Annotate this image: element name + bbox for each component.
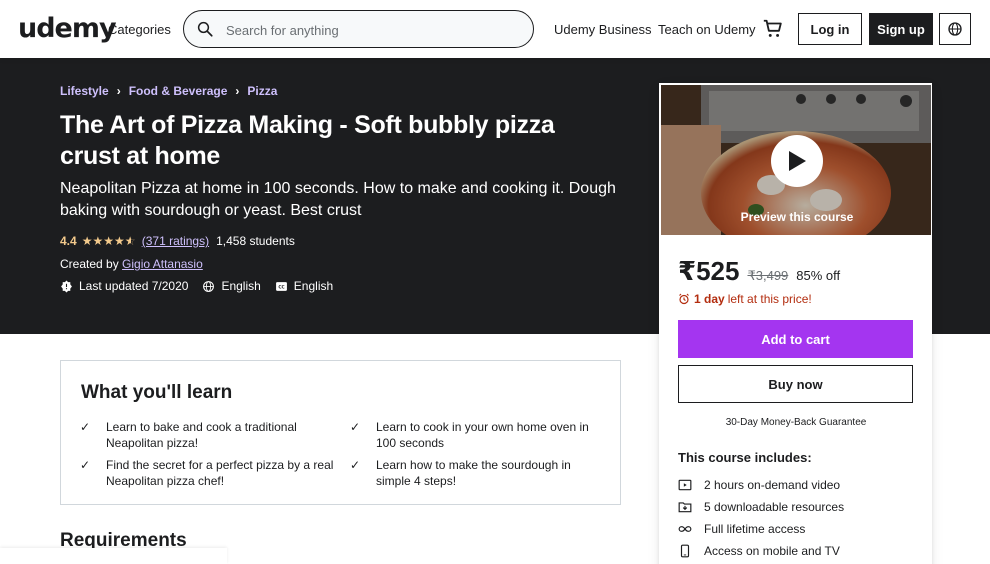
search-icon[interactable]: [196, 20, 214, 38]
learn-item: ✓ Find the secret for a perfect pizza by…: [80, 457, 336, 489]
last-updated-text: Last updated 7/2020: [79, 279, 189, 293]
created-by-label: Created by: [60, 257, 119, 271]
udemy-logo[interactable]: udemy: [18, 13, 117, 44]
search-bar[interactable]: [183, 10, 534, 48]
rating-value: 4.4: [60, 234, 77, 248]
current-price: ₹525: [678, 256, 740, 286]
ratings-count-link[interactable]: (371 ratings): [142, 234, 209, 248]
top-navigation: udemy Categories Udemy Business Teach on…: [0, 0, 990, 58]
money-back-guarantee: 30-Day Money-Back Guarantee: [725, 417, 867, 428]
discount-percent: 85% off: [796, 268, 841, 283]
add-to-cart-button[interactable]: Add to cart: [678, 320, 913, 358]
list-item: 2 hours on-demand video: [678, 474, 918, 496]
shopping-cart-icon[interactable]: [762, 18, 784, 40]
list-item: Access on mobile and TV: [678, 540, 918, 562]
learn-item: ✓ Learn to bake and cook a traditional N…: [80, 419, 336, 451]
learn-item: ✓ Learn how to make the sourdough in sim…: [350, 457, 606, 489]
urgency-time: 1 day: [694, 292, 725, 306]
original-price: ₹3,499: [747, 268, 789, 283]
author-link[interactable]: Gigio Attanasio: [122, 257, 203, 271]
learn-title: What you'll learn: [81, 382, 233, 403]
infinity-icon: [678, 526, 692, 532]
course-subtitle: Neapolitan Pizza at home in 100 seconds.…: [60, 180, 616, 219]
urgency-message: 1 day left at this price!: [678, 292, 812, 306]
check-icon: ✓: [80, 420, 91, 434]
include-label: Full lifetime access: [704, 522, 806, 536]
list-item: 5 downloadable resources: [678, 496, 918, 518]
created-by: Created by Gigio Attanasio: [60, 257, 203, 271]
svg-text:CC: CC: [278, 284, 284, 290]
closed-captions-icon: CC: [275, 281, 287, 291]
breadcrumb-item-pizza[interactable]: Pizza: [247, 84, 277, 98]
alarm-clock-icon: [679, 293, 689, 305]
language-text: English: [221, 279, 261, 293]
breadcrumb-item-food-beverage[interactable]: Food & Beverage: [129, 84, 228, 98]
mobile-icon: [680, 544, 690, 558]
what-youll-learn: What you'll learn ✓ Learn to bake and co…: [60, 360, 621, 505]
check-icon: ✓: [350, 458, 361, 472]
play-icon: [789, 151, 806, 171]
language-button[interactable]: [939, 13, 971, 45]
last-updated: Last updated 7/2020: [60, 279, 188, 293]
include-label: 2 hours on-demand video: [704, 478, 841, 492]
learn-item-text: Learn how to make the sourdough in simpl…: [376, 458, 571, 488]
bottom-overlay: [0, 548, 227, 564]
includes-list: 2 hours on-demand video 5 downloadable r…: [678, 474, 918, 562]
learn-item-text: Learn to bake and cook a traditional Nea…: [106, 420, 297, 450]
captions-text: English: [293, 279, 334, 293]
course-preview[interactable]: Preview this course: [660, 84, 932, 236]
alert-badge-icon: [61, 280, 72, 292]
search-input[interactable]: [226, 20, 516, 40]
star-rating-icon: ★★★★★☆: [81, 234, 136, 248]
include-label: 5 downloadable resources: [704, 500, 845, 514]
breadcrumb-item-lifestyle[interactable]: Lifestyle: [60, 84, 109, 98]
play-button[interactable]: [771, 135, 823, 187]
urgency-text: left at this price!: [727, 292, 812, 306]
check-icon: ✓: [80, 458, 91, 472]
udemy-business-link[interactable]: Udemy Business: [554, 22, 652, 37]
list-item: Full lifetime access: [678, 518, 918, 540]
course-captions: CC English: [275, 279, 333, 293]
learn-item-text: Learn to cook in your own home oven in 1…: [376, 420, 589, 450]
buy-now-button[interactable]: Buy now: [678, 365, 913, 403]
course-meta: Last updated 7/2020 English CC English: [60, 279, 347, 293]
includes-title: This course includes:: [678, 450, 812, 465]
categories-menu[interactable]: Categories: [108, 22, 171, 37]
download-icon: [678, 502, 692, 513]
chevron-right-icon: ›: [235, 84, 240, 98]
check-icon: ✓: [350, 420, 361, 434]
login-button[interactable]: Log in: [798, 13, 862, 45]
globe-icon: [948, 22, 962, 36]
include-label: Access on mobile and TV: [704, 544, 840, 558]
globe-icon: [203, 280, 215, 292]
learn-item: ✓ Learn to cook in your own home oven in…: [350, 419, 606, 451]
video-icon: [678, 479, 692, 491]
signup-button[interactable]: Sign up: [869, 13, 933, 45]
purchase-card: Preview this course ₹525 ₹3,499 85% off …: [659, 83, 932, 564]
breadcrumb: Lifestyle › Food & Beverage › Pizza: [60, 84, 277, 98]
teach-on-udemy-link[interactable]: Teach on Udemy: [658, 22, 756, 37]
chevron-right-icon: ›: [116, 84, 121, 98]
learn-item-text: Find the secret for a perfect pizza by a…: [106, 458, 334, 488]
preview-label[interactable]: Preview this course: [661, 210, 931, 224]
rating-row: 4.4 ★★★★★☆ (371 ratings) 1,458 students: [60, 234, 295, 248]
price-row: ₹525 ₹3,499 85% off: [678, 256, 840, 287]
students-count: 1,458 students: [216, 234, 295, 248]
course-title: The Art of Pizza Making - Soft bubbly pi…: [60, 111, 555, 170]
course-language: English: [202, 279, 261, 293]
